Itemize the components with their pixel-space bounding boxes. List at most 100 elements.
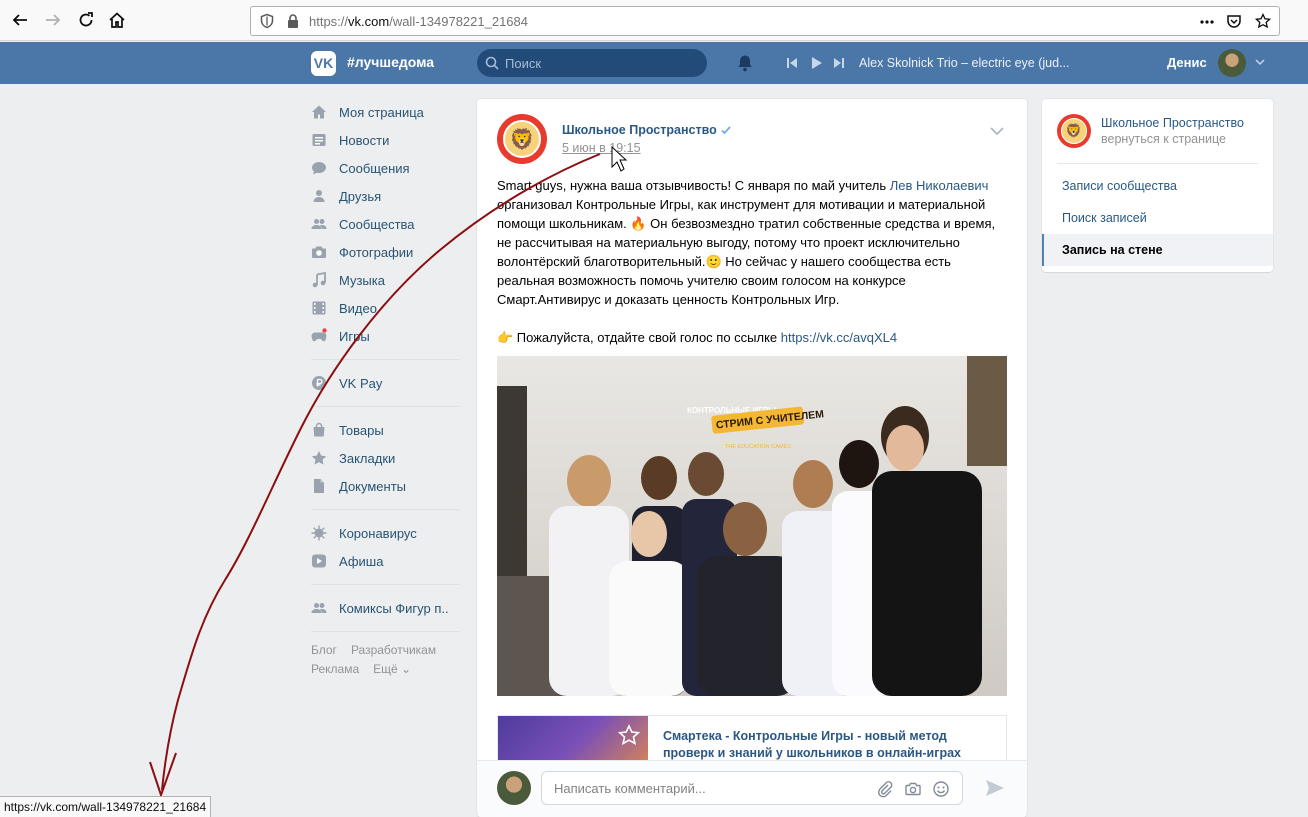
- arrow-right-icon: [46, 14, 61, 26]
- document-icon: [314, 479, 324, 493]
- menu-divider: [311, 631, 459, 632]
- menu-item-afisha[interactable]: Афиша: [311, 547, 461, 575]
- menu-item-messages[interactable]: Сообщения: [311, 154, 461, 182]
- notifications-bell-icon[interactable]: [735, 53, 755, 73]
- menu-item-groups[interactable]: Сообщества: [311, 210, 461, 238]
- send-icon[interactable]: [984, 777, 1006, 799]
- menu-item-vkpay[interactable]: VK Pay: [311, 369, 461, 397]
- nav-wall-post-active[interactable]: Запись на стене: [1042, 234, 1273, 266]
- nav-community-posts[interactable]: Записи сообщества: [1042, 170, 1273, 202]
- community-avatar-small[interactable]: 🦁: [1057, 114, 1091, 148]
- chevron-down-icon[interactable]: [989, 126, 1005, 136]
- menu-item-games[interactable]: Игры: [311, 322, 461, 350]
- header-hashtag[interactable]: #лучшедома: [347, 54, 434, 70]
- menu-item-music[interactable]: Музыка: [311, 266, 461, 294]
- paperclip-icon[interactable]: [876, 780, 894, 798]
- link-preview-title[interactable]: Смартека - Контрольные Игры - новый мето…: [663, 728, 998, 762]
- left-menu: Моя страница Новости Сообщения Друзья Со…: [311, 98, 461, 679]
- menu-label: Сообщения: [339, 160, 410, 176]
- footer-links: Блог Разработчикам Реклама Ещё ⌄: [311, 641, 461, 679]
- url-path: /wall-134978221_21684: [389, 14, 528, 29]
- url-scheme: https://: [309, 14, 349, 29]
- url-bar[interactable]: https://vk.com/wall-134978221_21684: [250, 6, 1280, 36]
- lion-icon: 🦁: [1061, 118, 1087, 144]
- footer-link-more[interactable]: Ещё ⌄: [373, 662, 411, 676]
- wall-post: 🦁 Школьное Пространство 5 июн в 19:15 Sm…: [477, 99, 1027, 817]
- footer-link-ads[interactable]: Реклама: [311, 662, 359, 676]
- menu-label: Товары: [339, 422, 384, 438]
- menu-label: Музыка: [339, 272, 385, 288]
- footer-link-developers[interactable]: Разработчикам: [351, 643, 436, 657]
- emoji-smile-icon[interactable]: [932, 780, 950, 798]
- news-icon: [312, 134, 326, 146]
- post-date[interactable]: 5 июн в 19:15: [562, 141, 641, 155]
- pocket-icon[interactable]: [1226, 13, 1242, 29]
- home-icon: [109, 12, 125, 28]
- menu-label: Игры: [339, 328, 370, 344]
- browser-toolbar: https://vk.com/wall-134978221_21684: [0, 0, 1308, 41]
- community-name-link[interactable]: Школьное Пространство: [1101, 116, 1244, 130]
- mention-link[interactable]: Лев Николаевич: [890, 178, 989, 193]
- post-text-segment: 👉 Пожалуйста, отдайте свой голос по ссыл…: [497, 330, 781, 345]
- footer-link-blog[interactable]: Блог: [311, 643, 337, 657]
- menu-divider: [311, 584, 459, 585]
- menu-label: Коронавирус: [339, 525, 417, 541]
- menu-divider: [311, 406, 459, 407]
- menu-item-video[interactable]: Видео: [311, 294, 461, 322]
- camera-icon[interactable]: [904, 780, 922, 798]
- menu-item-coronavirus[interactable]: Коронавирус: [311, 519, 461, 547]
- menu-item-news[interactable]: Новости: [311, 126, 461, 154]
- menu-item-friends[interactable]: Друзья: [311, 182, 461, 210]
- star-icon: [311, 451, 327, 465]
- menu-item-photos[interactable]: Фотографии: [311, 238, 461, 266]
- url-host: vk.com: [348, 14, 390, 29]
- play-icon[interactable]: [807, 54, 825, 72]
- photo-sign-sub: THE EDUCATION GAMES: [725, 444, 791, 450]
- current-track-title[interactable]: Alex Skolnick Trio – electric eye (jud..…: [859, 56, 1070, 70]
- divider: [1057, 163, 1258, 164]
- menu-item-bookmarks[interactable]: Закладки: [311, 444, 461, 472]
- post-text: Smart guys, нужна ваша отзывчивость! С я…: [497, 176, 1007, 347]
- menu-item-my-page[interactable]: Моя страница: [311, 98, 461, 126]
- comment-input[interactable]: [541, 771, 963, 805]
- menu-divider: [311, 509, 459, 510]
- vote-link[interactable]: https://vk.cc/avqXL4: [781, 330, 897, 345]
- vk-logo[interactable]: VK: [311, 51, 336, 76]
- menu-item-goods[interactable]: Товары: [311, 416, 461, 444]
- home-button[interactable]: [105, 8, 129, 32]
- post-text-segment: организовал Контрольные Игры, как инстру…: [497, 197, 996, 307]
- user-name[interactable]: Денис: [1167, 55, 1207, 70]
- vk-header: VK #лучшедома Alex Skolnick Trio – elect…: [0, 42, 1308, 84]
- chevron-down-icon[interactable]: [1255, 57, 1265, 67]
- url-text[interactable]: https://vk.com/wall-134978221_21684: [309, 14, 528, 29]
- vkpay-icon: [312, 376, 326, 390]
- star-outline-icon[interactable]: [618, 724, 640, 746]
- post-author[interactable]: Школьное Пространство: [562, 123, 717, 137]
- community-avatar[interactable]: 🦁: [497, 114, 547, 164]
- reload-button[interactable]: [74, 8, 98, 32]
- menu-label: Комиксы Фигур п..: [339, 600, 449, 616]
- back-to-page-link[interactable]: вернуться к странице: [1101, 132, 1226, 146]
- messages-icon: [312, 162, 326, 175]
- previous-track-icon[interactable]: [783, 54, 801, 72]
- menu-label: VK Pay: [339, 375, 383, 391]
- back-button[interactable]: [8, 8, 32, 32]
- user-avatar[interactable]: [1218, 49, 1246, 77]
- bookmark-star-icon[interactable]: [1255, 13, 1271, 29]
- search-input[interactable]: [505, 54, 695, 72]
- tracking-shield-icon[interactable]: [259, 13, 275, 29]
- menu-item-comics-group[interactable]: Комиксы Фигур п..: [311, 594, 461, 622]
- next-track-icon[interactable]: [830, 54, 848, 72]
- menu-item-documents[interactable]: Документы: [311, 472, 461, 500]
- groups-icon: [311, 219, 327, 229]
- commenter-avatar[interactable]: [497, 771, 531, 805]
- page-actions-icon[interactable]: [1199, 14, 1215, 30]
- search-box[interactable]: [477, 49, 707, 77]
- video-icon: [312, 301, 326, 315]
- post-photo[interactable]: КОНТРОЛЬНЫЕ ИГРЫ СТРИМ С УЧИТЕЛЕМ THE ED…: [497, 356, 1007, 696]
- menu-label: Видео: [339, 300, 377, 316]
- forward-button[interactable]: [41, 8, 65, 32]
- lock-icon[interactable]: [285, 13, 301, 29]
- nav-search-posts[interactable]: Поиск записей: [1042, 202, 1273, 234]
- menu-divider: [311, 359, 459, 360]
